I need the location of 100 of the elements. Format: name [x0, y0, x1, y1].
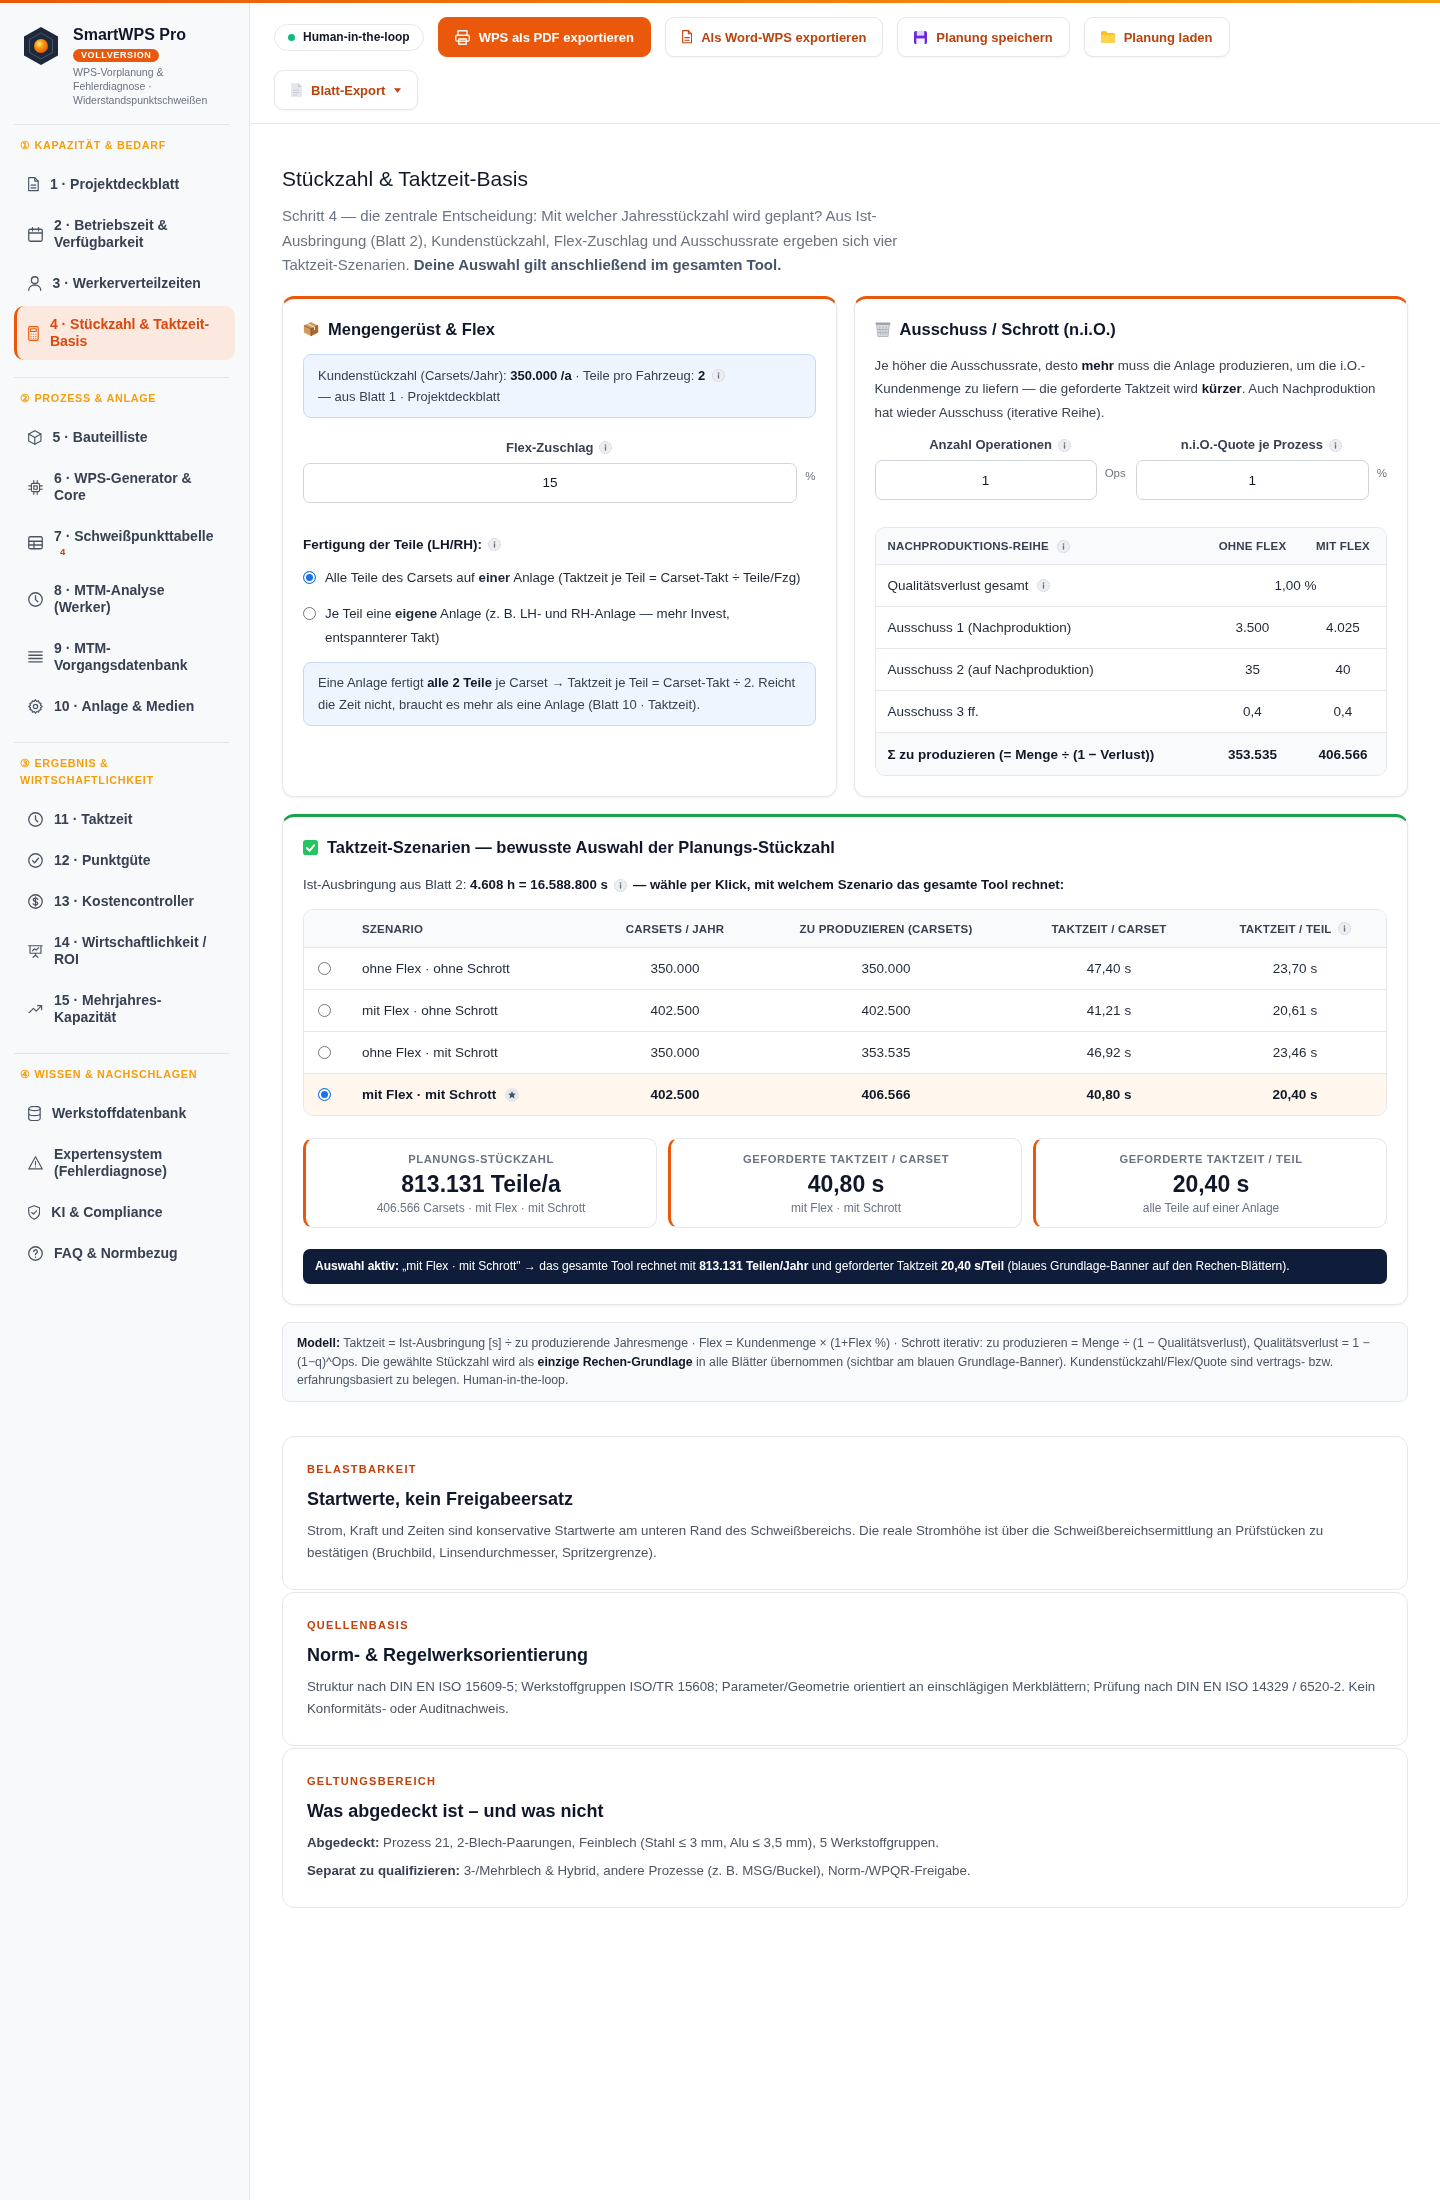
stat-label: GEFORDERTE TAKTZEIT / CARSET	[741, 1152, 951, 1167]
table-cell-text: 23,46 s	[1271, 1045, 1319, 1060]
nav-item[interactable]: 6 · WPS-Generator & Core	[14, 460, 235, 514]
table-cell: 4.025	[1300, 607, 1386, 649]
table-cell-text: 40,80 s	[1085, 1087, 1133, 1102]
table-cell: ohne Flex · mit Schrott	[362, 1045, 498, 1060]
card-text: Struktur nach DIN EN ISO 15609-5; Werkstoffgruppen ISO/TR 15608; Parameter/Geometrie orientiert an einschlägigen Merkblättern; Prüfung nach DIN EN ISO 14329 / 6520-2. Kein Konformitäts- oder Auditnachweis.	[307, 1677, 1377, 1718]
primary-button[interactable]: WPS als PDF exportieren	[437, 17, 651, 57]
table-cell-text: 350.000	[860, 961, 912, 976]
nav-item[interactable]: 3 · Werkerverteilzeiten	[14, 265, 235, 302]
column-header: NACHPRODUKTIONS-REIHE	[887, 540, 1049, 552]
radio-button[interactable]	[318, 1088, 331, 1101]
unit-label: %	[805, 469, 816, 484]
nav-item[interactable]: 14 · Wirtschaftlichkeit / ROI	[14, 924, 235, 978]
section-heading: ① KAPAZITÄT & BEDARF	[19, 138, 168, 153]
stat-note: mit Flex · mit Schrott	[790, 1200, 902, 1216]
nav-item[interactable]: FAQ & Normbezug	[14, 1235, 235, 1272]
stat-value: 20,40 s	[1171, 1170, 1251, 1199]
table-cell-text: 350.000	[649, 961, 701, 976]
stat-value: 40,80 s	[806, 1170, 886, 1199]
radio-button[interactable]	[318, 1004, 331, 1017]
document-icon	[682, 30, 693, 44]
dropdown-button[interactable]: Blatt-Export	[274, 70, 419, 110]
column-header: MIT FLEX	[1316, 540, 1370, 552]
row-label: Σ zu produzieren (= Menge ÷ (1 − Verlust))	[887, 746, 1155, 762]
table-cell-text: 20,61 s	[1271, 1003, 1319, 1018]
model-note: Modell: Taktzeit = Ist-Ausbringung [s] ÷ zu produzierende Jahresmenge · Flex = Kundenmenge × (1+Flex %) · Schrott iterativ: zu produzieren = Menge ÷ (1 − Qualitätsverlust), Qualitätsverlust = 1 − (1−q)^Ops. Die gewählte Stückzahl wird als einzige Rechen-Grundlage in alle Blätter übernommen (sichtbar am blauen Grundlage-Banner). Kundenstückzahl/Flex/Quote sind vertrags- bzw. erfahrungsbasiert zu belegen. Human-in-the-loop.	[282, 1322, 1408, 1402]
table-cell-text: 20,40 s	[1271, 1087, 1319, 1102]
field-label: Fertigung der Teile (LH/RH):	[303, 535, 482, 553]
presentation-chart-icon	[28, 944, 43, 958]
table-cell-text: 353.535	[860, 1045, 912, 1060]
number-field[interactable]: 1	[1135, 460, 1369, 500]
stat-label: PLANUNGS-STÜCKZAHL	[407, 1152, 555, 1167]
table-row[interactable]: mit Flex · ohne Schrott 402.500 402.500 41,21 s 20,61 s	[304, 989, 1386, 1031]
status-pill: Human-in-the-loop	[274, 23, 424, 51]
card-text: Separat zu qualifizieren: 3-/Mehrblech & Hybrid, andere Prozesse (z. B. MSG/Buckel), Norm-/WPQR-Freigabe.	[307, 1862, 972, 1880]
nav-item[interactable]: 11 · Taktzeit	[14, 801, 235, 838]
row-label: Ausschuss 2 (auf Nachproduktion)	[887, 662, 1094, 677]
number-field[interactable]: 1	[874, 460, 1097, 500]
card-title: Ausschuss / Schrott (n.i.O.)	[899, 319, 1116, 339]
dollar-circle-icon	[28, 894, 43, 909]
unit-label: Ops	[1104, 467, 1126, 481]
page-icon	[291, 83, 302, 97]
table-cell: mit Flex · mit Schrott	[362, 1087, 497, 1102]
page-title: Stückzahl & Taktzeit-Basis	[282, 166, 529, 192]
table-cell: 40	[1300, 649, 1386, 691]
table-row[interactable]: mit Flex · mit Schrott 402.500 406.566 40,80 s 20,40 s	[304, 1073, 1386, 1115]
nav-item[interactable]: 1 · Projektdeckblatt	[14, 166, 235, 203]
nav-item[interactable]: Expertensystem (Fehlerdiagnose)	[14, 1136, 235, 1190]
nav-item[interactable]: Werkstoffdatenbank	[14, 1095, 235, 1132]
count-label: 4	[60, 546, 66, 558]
radio-button[interactable]	[303, 606, 316, 620]
stat-value: 813.131 Teile/a	[400, 1170, 562, 1199]
table-cell-text: 23,70 s	[1271, 961, 1319, 976]
number-field[interactable]: 15	[303, 462, 798, 503]
nav-item[interactable]: KI & Compliance	[14, 1194, 235, 1231]
radio-button[interactable]	[303, 570, 316, 584]
column-header: OHNE FLEX	[1218, 540, 1287, 552]
nav-item[interactable]: 8 · MTM-Analyse (Werker)	[14, 572, 235, 626]
column-header: SZENARIO	[362, 922, 424, 935]
field-label: n.i.O.-Quote je Prozess	[1180, 437, 1324, 453]
column-header: TAKTZEIT / CARSET	[1051, 922, 1167, 935]
info-box: Eine Anlage fertigt alle 2 Teile je Carset → Taktzeit je Teil = Carset-Takt ÷ 2. Reicht die Zeit nicht, braucht es mehr als eine Anlage (Blatt 10 · Taktzeit).	[303, 661, 816, 726]
nav-item[interactable]: 13 · Kostencontroller	[14, 883, 235, 920]
help-icon	[28, 1246, 43, 1261]
wastebasket-icon	[874, 321, 891, 337]
nav-item[interactable]: 15 · Mehrjahres-Kapazität	[14, 982, 235, 1036]
table-cell: 1,00 %	[1205, 565, 1386, 607]
radio-button[interactable]	[318, 1046, 331, 1059]
version-badge: VOLLVERSION	[73, 49, 160, 62]
subtitle-text: Ist-Ausbringung aus Blatt 2: 4.608 h = 16.588.800 s	[303, 876, 608, 894]
stat-note: 406.566 Carsets · mit Flex · mit Schrott	[375, 1200, 587, 1216]
table-row[interactable]: ohne Flex · ohne Schrott 350.000 350.000 47,40 s 23,70 s	[304, 947, 1386, 989]
radio-label: Je Teil eine eigene Anlage (z. B. LH- und RH-Anlage — mehr Invest, entspannterer Takt)	[325, 604, 731, 647]
nav-item[interactable]: 4 · Stückzahl & Taktzeit-Basis	[14, 306, 235, 360]
nav-item[interactable]: 10 · Anlage & Medien	[14, 688, 235, 725]
card-text: Strom, Kraft und Zeiten sind konservative Startwerte am unteren Rand des Schweißbereichs. Die reale Stromhöhe ist über die Schweißbereichsermittlung an Prüfstücken zu bestätigen (Bruchbild, Linsendurchmesser, Spritzergrenze).	[307, 1521, 1325, 1562]
card-title: Startwerte, kein Freigabeersatz	[307, 1487, 575, 1510]
field-label: Flex-Zuschlag	[506, 439, 594, 456]
row-label: Ausschuss 1 (Nachproduktion)	[887, 620, 1072, 635]
column-header: ZU PRODUZIEREN (CARSETS)	[799, 922, 973, 935]
nav-item[interactable]: 7 · Schweißpunkttabelle 4	[14, 518, 235, 568]
card-title: Was abgedeckt ist – und was nicht	[307, 1799, 605, 1822]
warning-icon	[28, 1156, 43, 1170]
table-cell: ohne Flex · ohne Schrott	[362, 961, 510, 976]
table-cell-text: 406.566	[860, 1087, 912, 1102]
toolbar-button[interactable]: Planung speichern	[897, 17, 1070, 57]
card-title: Norm- & Regelwerksorientierung	[307, 1643, 590, 1666]
info-text: — aus Blatt 1 · Projektdeckblatt	[318, 387, 501, 406]
table-cell-text: 402.500	[649, 1003, 701, 1018]
nav-item[interactable]: 9 · MTM-Vorgangsdatenbank	[14, 630, 235, 684]
radio-button[interactable]	[318, 962, 331, 975]
nav-item[interactable]: 2 · Betriebszeit & Verfügbarkeit	[14, 207, 235, 261]
nav-item[interactable]: 12 · Punktgüte	[14, 842, 235, 879]
toolbar-button[interactable]: Als Word-WPS exportieren	[665, 17, 884, 57]
app-subtitle: WPS-Vorplanung & Fehlerdiagnose · Widerstandspunktschweißen	[73, 65, 209, 107]
nav-item[interactable]: 5 · Bauteilliste	[14, 419, 235, 456]
card-text: Abgedeckt: Prozess 21, 2-Blech-Paarungen, Feinblech (Stahl ≤ 3 mm, Alu ≤ 3,5 mm), 5 Werkstoffgruppen.	[307, 1833, 940, 1852]
toolbar-button[interactable]: Planung laden	[1083, 17, 1230, 57]
table-cell-text: 47,40 s	[1085, 961, 1133, 976]
